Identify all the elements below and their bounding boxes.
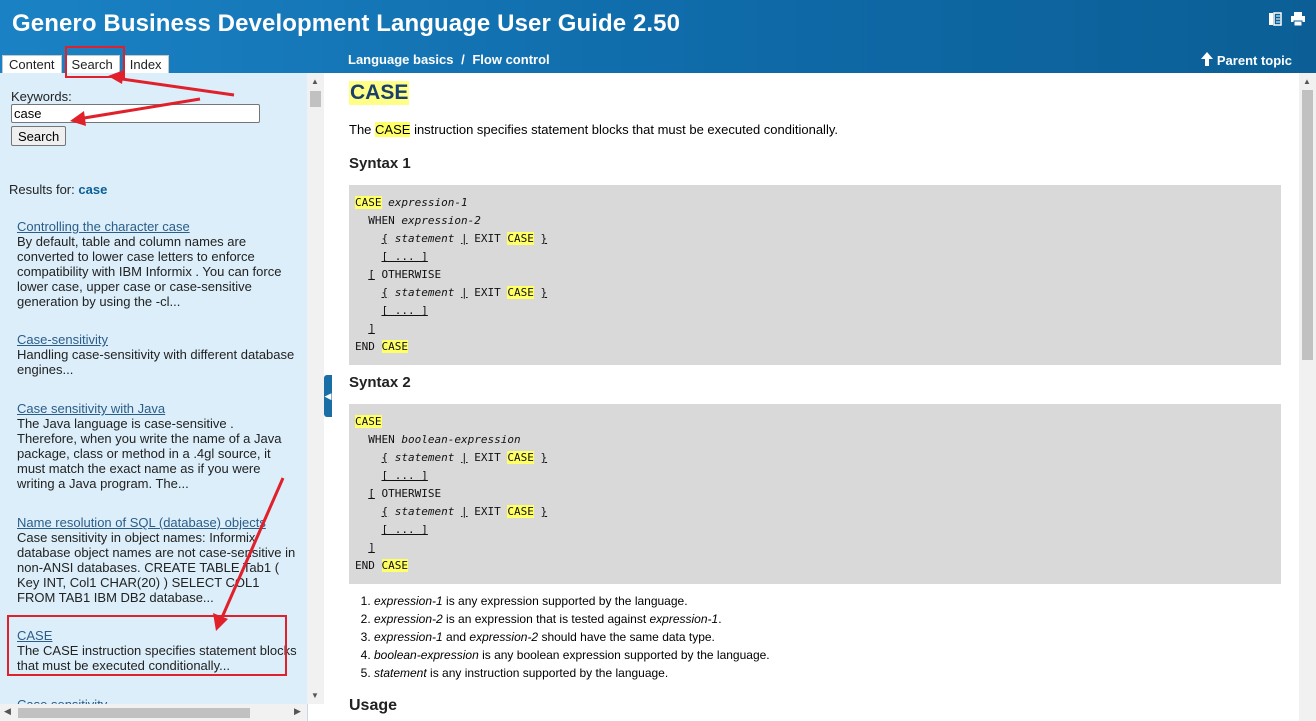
search-result-snippet: Handling case-sensitivity with different…	[17, 347, 295, 377]
intro-keyword: CASE	[375, 122, 411, 137]
scrollbar-thumb[interactable]	[310, 91, 321, 107]
keywords-label: Keywords:	[11, 89, 72, 104]
syntax-notes: expression-1 is any expression supported…	[357, 592, 770, 682]
sidebar-toggle-icon[interactable]	[1268, 12, 1282, 26]
sidebar-horizontal-scrollbar[interactable]: ◀ ▶	[0, 704, 307, 721]
search-result: Case sensitivity with Java The Java lang…	[17, 401, 297, 491]
scrollbar-thumb[interactable]	[18, 708, 250, 718]
scroll-right-icon[interactable]: ▶	[294, 706, 301, 717]
syntax2-heading: Syntax 2	[349, 374, 411, 391]
breadcrumb: Language basics / Flow control	[348, 52, 550, 67]
tab-content[interactable]: Content	[2, 55, 62, 73]
search-result-snippet: By default, table and column names are c…	[17, 234, 282, 309]
scroll-up-icon[interactable]: ▲	[311, 77, 319, 86]
header-bar: Genero Business Development Language Use…	[0, 0, 1316, 73]
intro-pre: The	[349, 122, 372, 137]
sidebar-vertical-scrollbar[interactable]: ▲ ▼	[307, 73, 324, 704]
arrow-up-icon	[1200, 52, 1213, 69]
search-result: Name resolution of SQL (database) object…	[17, 515, 297, 605]
note-item: expression-1 and expression-2 should hav…	[374, 628, 770, 646]
topic-title: CASE	[349, 81, 410, 105]
header-tools	[1268, 12, 1305, 27]
parent-topic-link[interactable]: Parent topic	[1200, 52, 1292, 69]
search-result-link[interactable]: Controlling the character case	[17, 219, 297, 234]
note-item: boolean-expression is any boolean expres…	[374, 646, 770, 664]
tab-index[interactable]: Index	[122, 55, 169, 73]
annotation-box-search-tab	[65, 46, 125, 78]
page-title: Genero Business Development Language Use…	[12, 10, 681, 37]
scroll-up-icon[interactable]: ▲	[1303, 77, 1311, 86]
breadcrumb-flow-control[interactable]: Flow control	[472, 52, 549, 67]
note-item: statement is any instruction supported b…	[374, 664, 770, 682]
breadcrumb-separator: /	[461, 52, 465, 67]
collapse-sidebar-handle[interactable]: ◀	[324, 375, 332, 417]
print-icon[interactable]	[1290, 12, 1305, 27]
syntax1-heading: Syntax 1	[349, 155, 411, 172]
topic-intro: The CASE instruction specifies statement…	[349, 122, 838, 137]
search-result-link[interactable]: Name resolution of SQL (database) object…	[17, 515, 297, 530]
content-vertical-scrollbar[interactable]: ▲	[1299, 73, 1316, 721]
search-result-snippet: The Java language is case-sensitive . Th…	[17, 416, 282, 491]
note-item: expression-2 is an expression that is te…	[374, 610, 770, 628]
search-result-snippet: Case sensitivity in object names: Inform…	[17, 530, 296, 605]
annotation-box-case-result	[7, 615, 287, 676]
search-button[interactable]: Search	[11, 126, 67, 146]
usage-heading: Usage	[349, 697, 398, 714]
syntax2-code-block: CASE WHEN boolean-expression { statement…	[349, 404, 1281, 584]
topic-content: CASE The CASE instruction specifies stat…	[333, 73, 1299, 721]
scroll-left-icon[interactable]: ◀	[4, 706, 11, 717]
search-result-link[interactable]: Case-sensitivity	[17, 332, 297, 347]
intro-post: instruction specifies statement blocks t…	[414, 122, 838, 137]
results-heading: Results for: case	[9, 182, 107, 197]
keywords-input[interactable]	[11, 104, 260, 123]
syntax1-code-block: CASE expression-1 WHEN expression-2 { st…	[349, 185, 1281, 365]
breadcrumb-language-basics[interactable]: Language basics	[348, 52, 453, 67]
scrollbar-thumb[interactable]	[1302, 90, 1313, 360]
search-result: Controlling the character case By defaul…	[17, 219, 297, 309]
results-term: case	[78, 182, 108, 197]
note-item: expression-1 is any expression supported…	[374, 592, 770, 610]
search-result: Case-sensitivity Handling case-sensitivi…	[17, 332, 297, 377]
results-prefix: Results for:	[9, 182, 75, 197]
scroll-down-icon[interactable]: ▼	[311, 691, 319, 700]
search-result-link[interactable]: Case sensitivity with Java	[17, 401, 297, 416]
parent-topic-label: Parent topic	[1216, 53, 1292, 68]
